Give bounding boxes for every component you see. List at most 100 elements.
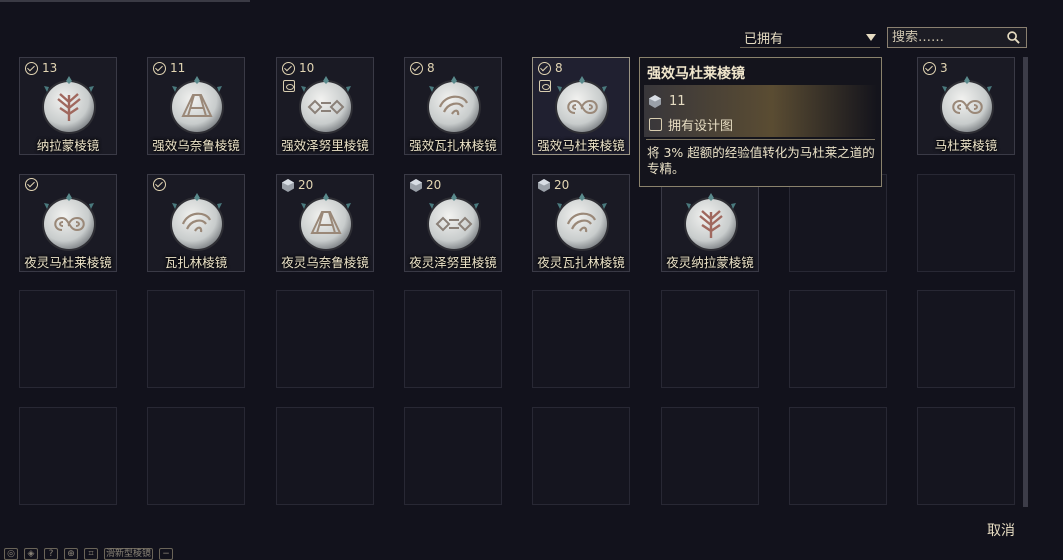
prism-slot[interactable]: 11 强效乌奈鲁棱镜 (147, 57, 245, 155)
slot-name: 强效瓦扎林棱镜 (409, 138, 497, 153)
empty-slot (789, 407, 887, 505)
top-divider (0, 0, 250, 2)
check-icon (153, 61, 166, 75)
empty-slot (789, 174, 887, 272)
slot-badge: 11 (153, 61, 185, 75)
slot-badge (25, 178, 42, 191)
prism-lens-icon (940, 76, 994, 134)
tooltip-divider (646, 139, 875, 140)
slot-name: 纳拉蒙棱镜 (36, 138, 100, 153)
gem-icon (649, 95, 661, 108)
prism-lens-icon (170, 193, 224, 251)
slot-name: 夜灵泽努里棱镜 (409, 255, 497, 270)
blueprint-icon (649, 118, 662, 131)
prism-lens-icon (684, 193, 738, 251)
prism-slot[interactable]: 20 夜灵乌奈鲁棱镜 (276, 174, 374, 272)
check-icon (410, 61, 423, 75)
prism-slot[interactable]: 3 马杜莱棱镜 (917, 57, 1015, 155)
empty-slot (147, 290, 245, 388)
empty-slot (276, 290, 374, 388)
prism-lens-icon (299, 76, 353, 134)
slot-name: 强效马杜莱棱镜 (537, 138, 625, 153)
empty-slot (19, 407, 117, 505)
prism-lens-icon (42, 76, 96, 134)
prism-slot[interactable]: 10 强效泽努里棱镜 (276, 57, 374, 155)
tooltip-description: 将 3% 超额的经验值转化为马杜莱之道的专精。 (647, 145, 875, 176)
search-icon[interactable] (1007, 31, 1020, 44)
empty-slot (661, 290, 759, 388)
slot-name: 夜灵瓦扎林棱镜 (537, 255, 625, 270)
slot-name: 强效乌奈鲁棱镜 (152, 138, 240, 153)
hotkey-bar: ◎ ◈? ⊕ ⌗ 滑新型棱镜 − (4, 548, 174, 560)
prism-slot[interactable]: 瓦扎林棱镜 (147, 174, 245, 272)
slot-name: 马杜莱棱镜 (934, 138, 998, 153)
prism-lens-icon (170, 76, 224, 134)
empty-slot (19, 290, 117, 388)
prism-slot[interactable]: 20 夜灵泽努里棱镜 (404, 174, 502, 272)
prism-slot[interactable]: 8 强效瓦扎林棱镜 (404, 57, 502, 155)
slot-badge: 20 (538, 178, 569, 192)
gem-icon (538, 178, 550, 192)
slot-name: 夜灵马杜莱棱镜 (24, 255, 112, 270)
prism-slot[interactable]: 8 强效马杜莱棱镜 (532, 57, 630, 155)
hotkey-hint: ⌗ (84, 548, 98, 560)
prism-slot[interactable]: 20 夜灵瓦扎林棱镜 (532, 174, 630, 272)
empty-slot (276, 407, 374, 505)
empty-slot (404, 290, 502, 388)
search-box[interactable] (887, 27, 1027, 48)
hotkey-hint: ◈ (24, 548, 38, 560)
chevron-down-icon (866, 34, 876, 41)
slot-badge: 13 (25, 61, 57, 75)
hotkey-hint: − (159, 548, 174, 560)
prism-lens-icon (555, 193, 609, 251)
slot-count: 13 (42, 61, 58, 75)
prism-slot[interactable]: 夜灵马杜莱棱镜 (19, 174, 117, 272)
slot-name: 强效泽努里棱镜 (281, 138, 369, 153)
grid-scrollbar[interactable] (1023, 57, 1028, 507)
empty-slot (789, 290, 887, 388)
blueprint-icon (539, 80, 551, 92)
ownership-filter-dropdown[interactable]: 已拥有 (740, 28, 880, 48)
tooltip-count-row: 11 (649, 94, 686, 109)
empty-slot (532, 290, 630, 388)
empty-slot (917, 290, 1015, 388)
empty-slot (532, 407, 630, 505)
filter-selected-label: 已拥有 (744, 32, 784, 47)
prism-lens-icon (427, 76, 481, 134)
hotkey-hint: ? (44, 548, 58, 560)
prism-lens-icon (427, 193, 481, 251)
empty-slot (917, 407, 1015, 505)
slot-badge: 20 (410, 178, 441, 192)
slot-badge: 10 (282, 61, 314, 75)
slot-name: 夜灵乌奈鲁棱镜 (281, 255, 369, 270)
check-icon (538, 61, 551, 75)
gem-icon (410, 178, 422, 192)
empty-slot (661, 407, 759, 505)
slot-count: 11 (170, 61, 186, 75)
slot-badge (153, 178, 170, 191)
check-icon (153, 178, 166, 191)
check-icon (282, 61, 295, 75)
check-icon (25, 178, 38, 191)
slot-count: 8 (555, 61, 563, 75)
cancel-button[interactable]: 取消 (987, 520, 1015, 540)
tooltip-blueprint-label: 拥有设计图 (668, 119, 734, 134)
scrollbar-thumb[interactable] (1023, 57, 1028, 507)
tooltip-blueprint-row: 拥有设计图 (649, 115, 733, 134)
slot-name: 瓦扎林棱镜 (164, 255, 228, 270)
check-icon (923, 61, 936, 75)
prism-slot[interactable]: 13 纳拉蒙棱镜 (19, 57, 117, 155)
gem-icon (282, 178, 294, 192)
check-icon (25, 61, 38, 75)
slot-badge: 8 (410, 61, 435, 75)
slot-name: 夜灵纳拉蒙棱镜 (666, 255, 754, 270)
slot-count: 20 (426, 178, 442, 192)
slot-count: 10 (299, 61, 315, 75)
slot-badge: 8 (538, 61, 563, 75)
prism-lens-icon (299, 193, 353, 251)
slot-count: 20 (554, 178, 570, 192)
search-input[interactable] (892, 30, 1002, 45)
slot-count: 20 (298, 178, 314, 192)
prism-slot[interactable]: 夜灵纳拉蒙棱镜 (661, 174, 759, 272)
blueprint-icon (283, 80, 295, 92)
